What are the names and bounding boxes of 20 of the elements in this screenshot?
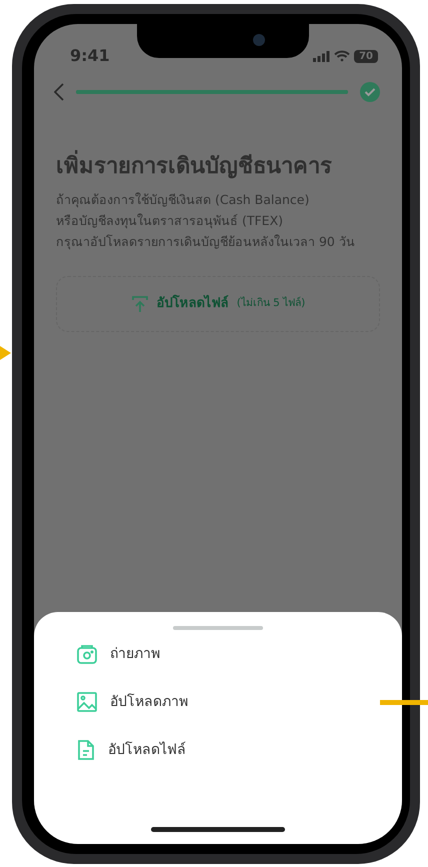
status-time: 9:41 xyxy=(70,45,110,67)
sheet-option[interactable]: ถ่ายภาพ xyxy=(34,630,402,678)
upload-icon xyxy=(130,295,149,313)
image-icon xyxy=(76,691,98,713)
page-title: เพิ่มรายการเดินบัญชีธนาคาร xyxy=(56,150,380,183)
signal-icon xyxy=(313,50,330,62)
sheet-handle[interactable] xyxy=(173,626,263,630)
description-text: ถ้าคุณต้องการใช้บัญชีเงินสด (Cash Balance) xyxy=(56,191,310,210)
check-icon xyxy=(360,82,380,102)
description-text: หรือบัญชีลงทุนในตราสารอนุพันธ์ (TFEX) xyxy=(56,212,284,230)
description-text: กรุณาอัปโหลดรายการเดินบัญชีย้อนหลังในเวลา 90 วัน xyxy=(56,233,356,252)
back-icon[interactable] xyxy=(54,83,64,101)
battery-level: 70 xyxy=(354,50,378,62)
camera-lens-icon xyxy=(253,34,265,46)
sheet-option[interactable]: อัปโหลดไฟล์ xyxy=(34,726,402,774)
sheet-option[interactable]: อัปโหลดภาพ xyxy=(34,678,402,726)
wifi-icon xyxy=(334,50,350,62)
annotation-arrow xyxy=(0,346,11,360)
document-icon xyxy=(76,739,96,761)
camera-icon xyxy=(76,643,98,665)
